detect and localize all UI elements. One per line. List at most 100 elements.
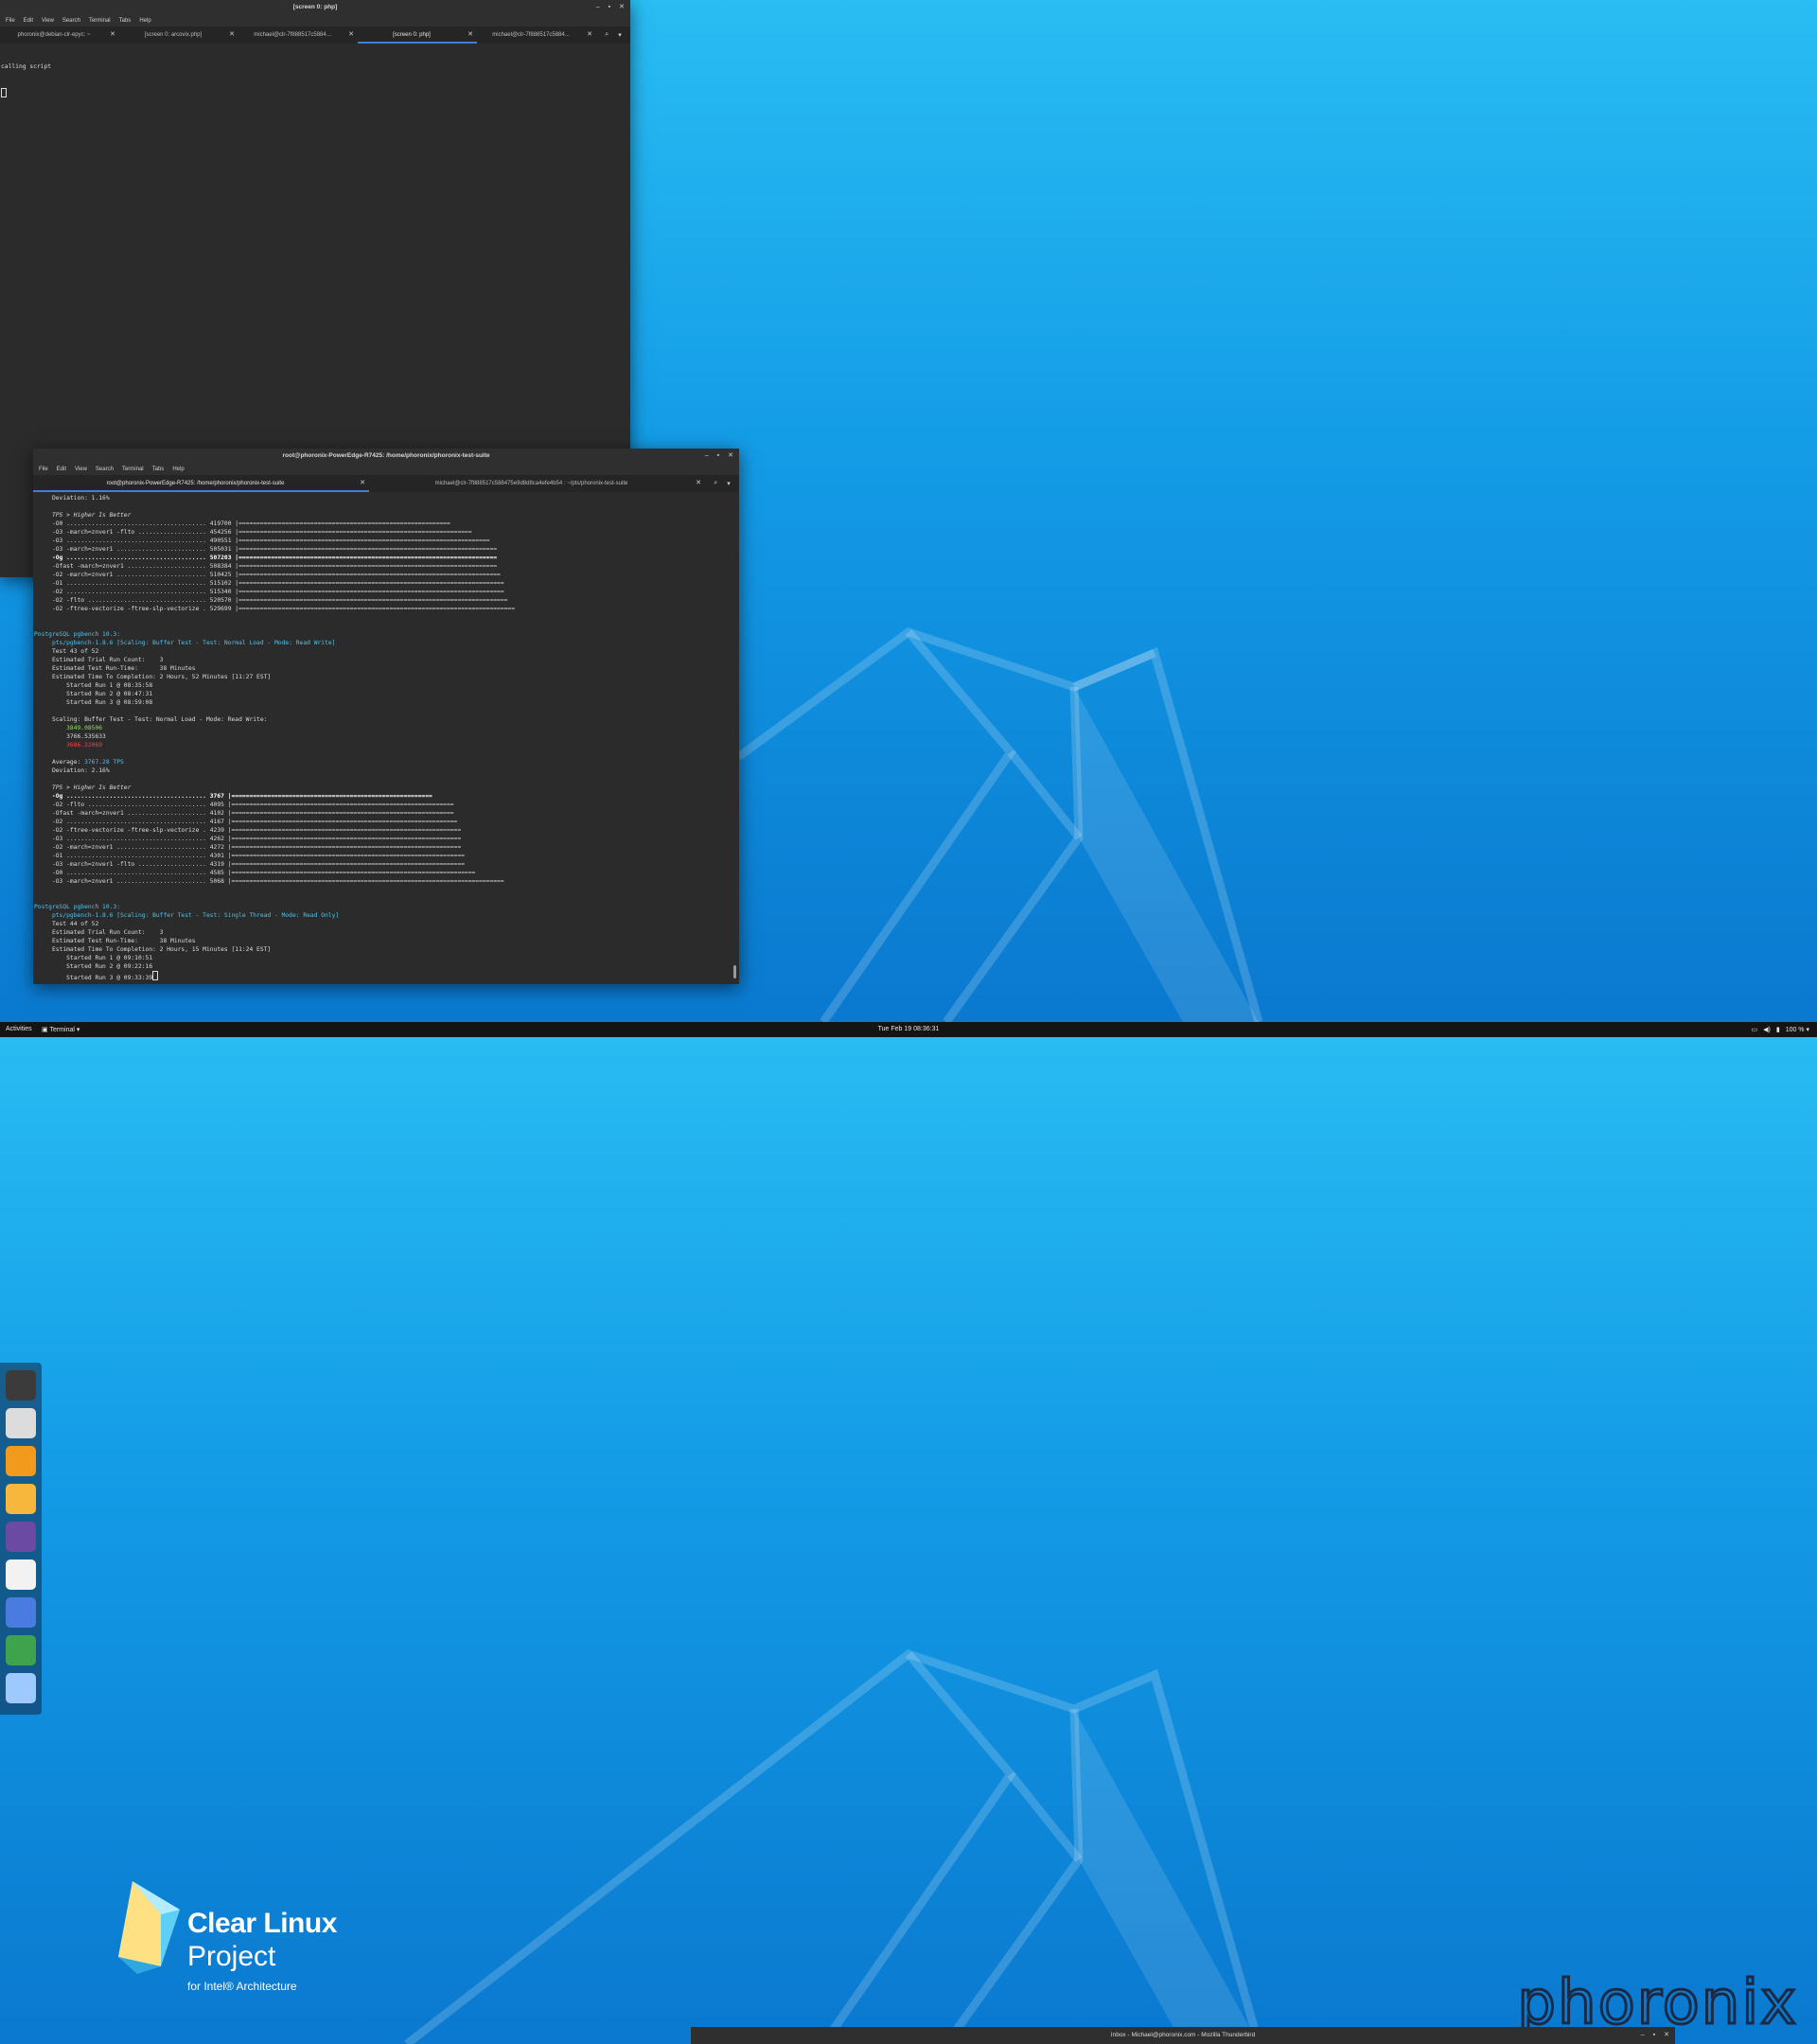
menu-help[interactable]: Help bbox=[139, 18, 150, 24]
tab-screen-arcovix[interactable]: [screen 0: arcovix.php] ✕ bbox=[119, 26, 238, 44]
menu-edit[interactable]: Edit bbox=[57, 467, 66, 472]
terminal-line: -O2 -march=znver1 ......................… bbox=[34, 844, 462, 851]
close-icon[interactable]: ✕ bbox=[229, 26, 235, 44]
battery-icon: ▮ bbox=[1775, 1027, 1780, 1033]
menu-help[interactable]: Help bbox=[172, 467, 184, 472]
menu-file[interactable]: File bbox=[39, 467, 48, 472]
close-icon[interactable]: ✕ bbox=[360, 475, 365, 490]
tab-label: [screen 0: php] bbox=[393, 32, 431, 38]
terminal-line: Started Run 1 @ 08:35:58 bbox=[34, 682, 153, 689]
close-icon[interactable]: ✕ bbox=[1664, 2027, 1669, 2044]
maximize-icon[interactable]: ▪ bbox=[1653, 2027, 1655, 2044]
terminal-window-pts[interactable]: root@phoronix-PowerEdge-R7425: /home/pho… bbox=[33, 449, 739, 984]
terminal-line: pts/pgbench-1.8.6 [Scaling: Buffer Test … bbox=[34, 640, 336, 646]
close-icon[interactable]: ✕ bbox=[619, 0, 625, 15]
menu-edit[interactable]: Edit bbox=[24, 18, 33, 24]
tab-phoronix-debian[interactable]: phoronix@debian-clr-epyc: ~ ✕ bbox=[0, 26, 119, 44]
window-titlebar[interactable]: root@phoronix-PowerEdge-R7425: /home/pho… bbox=[33, 449, 739, 464]
terminal-line: -Ofast -march=znver1 ...................… bbox=[34, 810, 454, 817]
pdf-icon[interactable] bbox=[6, 1559, 36, 1590]
average-label: Average: bbox=[34, 759, 85, 766]
menu-view[interactable]: View bbox=[75, 467, 87, 472]
thunderbird-window-titlebar[interactable]: Inbox - Michael@phoronix.com - Mozilla T… bbox=[691, 2027, 1675, 2044]
close-icon[interactable]: ✕ bbox=[467, 26, 473, 42]
notes-icon[interactable] bbox=[6, 1597, 36, 1628]
terminal-line: -O2 -march=znver1 ......................… bbox=[34, 572, 501, 578]
mail-icon[interactable] bbox=[6, 1484, 36, 1514]
chevron-down-icon[interactable]: ▾ bbox=[618, 31, 622, 39]
tab-root-poweredge[interactable]: root@phoronix-PowerEdge-R7425: /home/pho… bbox=[33, 475, 369, 492]
terminal-line: TPS > Higher Is Better bbox=[34, 512, 132, 519]
tab-michael-clr-1[interactable]: michael@clr-7f888517c5884... ✕ bbox=[238, 26, 358, 44]
menu-file[interactable]: File bbox=[6, 18, 15, 24]
battery-label: 100 % ▾ bbox=[1785, 1027, 1809, 1033]
maximize-icon[interactable]: ▪ bbox=[609, 0, 610, 15]
search-tabs-icon[interactable]: ⌕ bbox=[605, 31, 609, 39]
tab-michael-clr[interactable]: michael@clr-7f888517c588475e9d8d8ca4efe4… bbox=[369, 475, 705, 492]
menu-terminal[interactable]: Terminal bbox=[122, 467, 144, 472]
files-icon[interactable] bbox=[6, 1408, 36, 1438]
cursor bbox=[152, 971, 159, 980]
window-title: [screen 0: php] bbox=[292, 4, 338, 10]
close-icon[interactable]: ✕ bbox=[110, 26, 115, 44]
scrollbar[interactable] bbox=[733, 965, 736, 978]
search-tabs-icon[interactable]: ⌕ bbox=[714, 480, 717, 487]
menu-terminal[interactable]: Terminal bbox=[89, 18, 111, 24]
chevron-down-icon[interactable]: ▾ bbox=[727, 480, 731, 487]
chrome-icon[interactable] bbox=[6, 1635, 36, 1665]
terminal-line: -Og ....................................… bbox=[34, 793, 432, 800]
display-icon: ▭ bbox=[1751, 1027, 1758, 1033]
menu-view[interactable]: View bbox=[42, 18, 54, 24]
tab-screen-php[interactable]: [screen 0: php] ✕ bbox=[358, 26, 477, 44]
tab-bar: root@phoronix-PowerEdge-R7425: /home/pho… bbox=[33, 475, 739, 493]
terminal-line: TPS > Higher Is Better bbox=[34, 784, 132, 791]
firefox-icon[interactable] bbox=[6, 1446, 36, 1476]
menubar: File Edit View Search Terminal Tabs Help bbox=[33, 464, 739, 475]
terminal-icon[interactable] bbox=[6, 1370, 36, 1401]
minimize-icon[interactable]: – bbox=[705, 449, 709, 464]
minimize-icon[interactable]: – bbox=[596, 0, 600, 15]
maximize-icon[interactable]: ▪ bbox=[717, 449, 719, 464]
system-tray[interactable]: ▭ ◀) ▮ 100 % ▾ bbox=[1751, 1026, 1809, 1033]
menubar: File Edit View Search Terminal Tabs Help bbox=[0, 15, 630, 26]
apps-icon[interactable] bbox=[6, 1673, 36, 1703]
terminal-line: -O2 -flto ..............................… bbox=[34, 597, 508, 604]
terminal-prompt bbox=[1, 88, 630, 97]
menu-tabs[interactable]: Tabs bbox=[152, 467, 165, 472]
crystal-icon bbox=[118, 1881, 180, 1974]
dash-dock bbox=[0, 1363, 42, 1715]
terminal-line: -O0 ....................................… bbox=[34, 870, 476, 876]
close-icon[interactable]: ✕ bbox=[728, 449, 733, 464]
menu-tabs[interactable]: Tabs bbox=[119, 18, 132, 24]
menu-search[interactable]: Search bbox=[96, 467, 114, 472]
clock[interactable]: Tue Feb 19 08:36:31 bbox=[0, 1026, 1817, 1032]
terminal-line: Estimated Time To Completion: 2 Hours, 1… bbox=[34, 946, 272, 953]
terminal-output[interactable]: Deviation: 1.16% TPS > Higher Is Better … bbox=[33, 492, 739, 984]
close-icon[interactable]: ✕ bbox=[696, 475, 701, 492]
terminal-line: Deviation: 1.16% bbox=[34, 495, 110, 502]
close-icon[interactable]: ✕ bbox=[587, 26, 592, 44]
clear-linux-logo: Clear Linux Project for Intel® Architect… bbox=[114, 1872, 369, 2004]
terminal-line: calling script bbox=[1, 63, 52, 70]
terminal-line: -O2 ....................................… bbox=[34, 589, 504, 595]
terminal-line: -O3 -march=znver1 ......................… bbox=[34, 878, 504, 885]
tab-michael-clr-2[interactable]: michael@clr-7f888517c5884... ✕ bbox=[477, 26, 596, 44]
terminal-line-text: Started Run 3 @ 09:33:39 bbox=[34, 975, 153, 981]
terminal-line: Scaling: Buffer Test - Test: Normal Load… bbox=[34, 716, 268, 723]
average-value: 3767.28 TPS bbox=[84, 759, 124, 766]
terminal-line: -O2 -flto ..............................… bbox=[34, 802, 454, 808]
chat-icon[interactable] bbox=[6, 1522, 36, 1552]
minimize-icon[interactable]: – bbox=[1641, 2027, 1645, 2044]
close-icon[interactable]: ✕ bbox=[348, 26, 354, 44]
terminal-line: Test 44 of 52 bbox=[34, 921, 99, 927]
terminal-line: 3849.08506 bbox=[34, 725, 103, 731]
window-title: root@phoronix-PowerEdge-R7425: /home/pho… bbox=[282, 452, 490, 459]
menu-search[interactable]: Search bbox=[62, 18, 80, 24]
terminal-line: -O3 -march=znver1 ......................… bbox=[34, 546, 498, 553]
window-titlebar[interactable]: [screen 0: php] – ▪ ✕ bbox=[0, 0, 630, 15]
